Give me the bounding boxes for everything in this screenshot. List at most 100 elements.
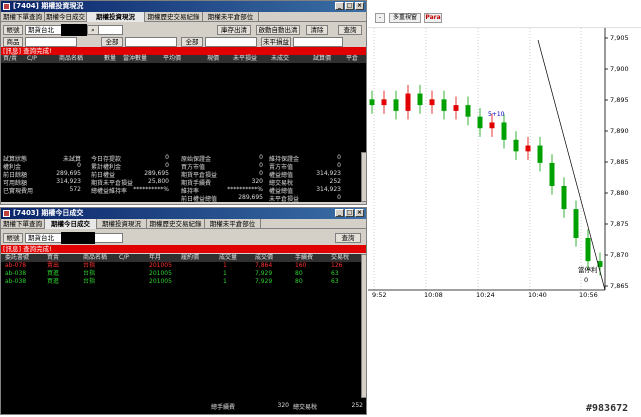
tab-positions[interactable]: 期權投資現況: [87, 12, 145, 22]
summary-value: 252: [329, 178, 341, 185]
summary-value: 289,695: [238, 194, 263, 201]
candle-body: [525, 145, 531, 152]
time-tick-label: 10:24: [476, 291, 495, 299]
candle-body: [417, 93, 423, 106]
query-button[interactable]: 查詢: [335, 233, 361, 243]
tab-history[interactable]: 期權歷史交易紀錄: [147, 219, 205, 229]
table-row[interactable]: ab-038 買進 台指 201005 1 7,929 80 63: [1, 270, 361, 278]
cell-name: 台指: [83, 270, 96, 277]
cell-price: 7,929: [255, 278, 273, 285]
auto-close-button[interactable]: 啟動自動出清: [256, 25, 300, 35]
trades-window-title: [7403] 期權今日成交: [13, 209, 84, 217]
trades-footer: 總手續費 320 總交易稅 252: [1, 398, 366, 414]
positions-scrollbar[interactable]: [361, 152, 366, 202]
tab-open-interest[interactable]: 期權未平倉部位: [203, 12, 259, 22]
cell-id: ab-038: [5, 278, 27, 285]
col-side: 買賣: [47, 254, 60, 261]
candle-body: [453, 105, 459, 111]
filter-all-1-select[interactable]: [125, 37, 177, 47]
candle-body: [501, 122, 507, 140]
positions-grid[interactable]: 買/賣 C/P 商品名稱 數量 當沖數量 平均價 現價 未平損益 未成交 試算價…: [1, 55, 366, 152]
positions-tabs: 期權下單查詢 期權今日成交 期權投資現況 期權歷史交易紀錄 期權未平倉部位: [1, 12, 366, 22]
col-ym: 年月: [149, 254, 162, 261]
candle-body: [465, 105, 471, 117]
table-row[interactable]: ab-038 買進 台指 201005 1 7,929 80 63: [1, 278, 361, 286]
candle-body: [513, 139, 519, 152]
tab-order-query[interactable]: 期權下單查詢: [1, 12, 45, 22]
trades-scrollbar[interactable]: [361, 254, 366, 398]
candle-body: [489, 122, 495, 129]
cell-qty: 1: [223, 262, 227, 269]
minimize-icon[interactable]: _: [335, 2, 344, 10]
tab-today-trades[interactable]: 期權今日成交: [45, 219, 97, 229]
price-tick-label: 7,895: [610, 96, 629, 104]
candle-body: [585, 238, 591, 262]
col-unfilled: 未成交: [271, 55, 290, 62]
candle-body: [369, 99, 375, 106]
trades-tabs: 期權下單查詢 期權今日成交 期權投資現況 期權歷史交易紀錄 期權未平倉部位: [1, 219, 366, 229]
positions-window-title: [7404] 期權投資現況: [13, 2, 84, 10]
close-icon[interactable]: ×: [355, 2, 364, 10]
query-button[interactable]: 查詢: [338, 25, 362, 35]
cell-id: ab-078: [5, 262, 27, 269]
time-tick-label: 10:08: [424, 291, 443, 299]
col-daytrade: 當沖數量: [123, 55, 148, 62]
summary-value: 314,923: [316, 170, 341, 177]
tab-open-interest[interactable]: 期權未平倉部位: [205, 219, 261, 229]
tab-positions[interactable]: 期權投資現況: [97, 219, 147, 229]
trades-window-titlebar[interactable]: [7403] 期權今日成交 _ □ ×: [1, 208, 366, 219]
col-cp: C/P: [119, 254, 129, 261]
search-icon[interactable]: ⌕: [87, 25, 99, 35]
summary-label: 已實現費用: [3, 188, 34, 195]
tab-order-query[interactable]: 期權下單查詢: [1, 219, 45, 229]
cell-tax: 63: [331, 278, 339, 285]
col-fee: 手續費: [295, 254, 314, 261]
summary-value: 0: [337, 154, 341, 161]
filter-unrealized[interactable]: 未平損益: [261, 37, 291, 47]
cell-price: 7,864: [255, 262, 273, 269]
annotation-entry: 5+10: [488, 111, 505, 118]
summary-value: 0: [77, 162, 81, 169]
candle-body: [381, 99, 387, 106]
cell-name: 台指: [83, 262, 96, 269]
summary-label: 總權益維持率: [91, 188, 128, 195]
price-tick-label: 7,880: [610, 189, 629, 197]
col-name: 商品名稱: [59, 55, 84, 62]
chart-panel[interactable]: - 多重視窗 Para 7,905 7,900 7,895 7,890 7,885 7,8…: [368, 0, 641, 417]
summary-value: 0: [165, 162, 169, 169]
annotation-stop-profit: 當停利: [578, 265, 598, 274]
col-strike: 履約價: [181, 254, 200, 261]
positions-window[interactable]: [7404] 期權投資現況 _ □ × 期權下單查詢 期權今日成交 期權投資現況…: [0, 0, 367, 205]
table-row[interactable]: ab-078 賣出 台指 201005 1 7,864 160 126: [1, 262, 361, 270]
trades-window[interactable]: [7403] 期權今日成交 _ □ × 期權下單查詢 期權今日成交 期權投資現況…: [0, 207, 367, 415]
candle-body: [549, 162, 555, 186]
candle-body: [405, 93, 411, 111]
maximize-icon[interactable]: □: [345, 209, 354, 217]
price-tick-label: 7,885: [610, 158, 629, 166]
summary-value: 0: [337, 162, 341, 169]
filter-all-1[interactable]: 全部: [101, 37, 123, 47]
account-mask: [61, 232, 95, 244]
filter-unrealized-select[interactable]: [293, 37, 343, 47]
positions-window-titlebar[interactable]: [7404] 期權投資現況 _ □ ×: [1, 1, 366, 12]
cell-tax: 63: [331, 270, 339, 277]
maximize-icon[interactable]: □: [345, 2, 354, 10]
cell-fee: 80: [295, 270, 303, 277]
summary-value: 0: [259, 162, 263, 169]
filter-all-2[interactable]: 全部: [181, 37, 203, 47]
filter-all-2-select[interactable]: [205, 37, 257, 47]
clear-button[interactable]: 清除: [306, 25, 328, 35]
candlestick-chart[interactable]: 7,905 7,900 7,895 7,890 7,885 7,880 7,875 7,870…: [368, 0, 641, 417]
total-fee-label: 總手續費: [211, 404, 236, 411]
tab-today-trades[interactable]: 期權今日成交: [45, 12, 87, 22]
tab-history[interactable]: 期權歷史交易紀錄: [145, 12, 203, 22]
filter-product-select[interactable]: [25, 37, 77, 47]
cell-qty: 1: [223, 270, 227, 277]
trades-grid[interactable]: 委託書號 買賣 商品名稱 C/P 年月 履約價 成交量 成交價 手續費 交易稅 …: [1, 254, 361, 398]
summary-value: 25,800: [148, 178, 169, 185]
close-icon[interactable]: ×: [355, 209, 364, 217]
col-close: 平倉: [346, 55, 359, 62]
summary-label: 未平倉損益: [269, 196, 300, 203]
minimize-icon[interactable]: _: [335, 209, 344, 217]
close-positions-button[interactable]: 庫存出清: [217, 25, 251, 35]
